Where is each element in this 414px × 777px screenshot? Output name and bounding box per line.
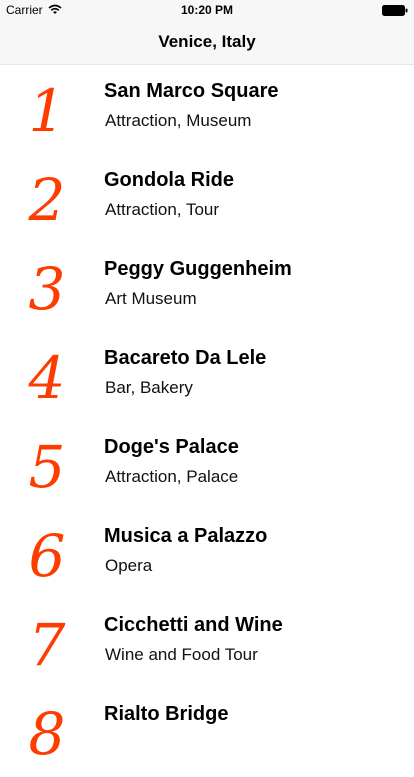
place-category: Bar, Bakery <box>105 378 193 397</box>
navigation-bar: Venice, Italy <box>0 20 414 65</box>
rank-number: 6 <box>28 522 66 590</box>
status-bar: Carrier 10:20 PM <box>0 0 414 20</box>
place-row[interactable]: 5 Doge's Palace Attraction, Palace <box>0 421 414 510</box>
place-name: Musica a Palazzo <box>104 525 268 547</box>
place-name: Rialto Bridge <box>104 703 229 725</box>
place-name: Peggy Guggenheim <box>104 258 292 280</box>
places-list: 1 San Marco Square Attraction, Museum 2 Gond… <box>0 65 414 777</box>
place-category: Attraction, Palace <box>105 467 239 486</box>
rank-number: 3 <box>28 255 66 323</box>
rank-number: 1 <box>28 77 66 145</box>
battery-icon <box>382 5 408 16</box>
place-row[interactable]: 4 Bacareto Da Lele Bar, Bakery <box>0 332 414 421</box>
place-category: Attraction, Tour <box>105 200 220 219</box>
rank-number: 8 <box>28 700 66 768</box>
place-row[interactable]: 1 San Marco Square Attraction, Museum <box>0 65 414 154</box>
place-category: Attraction, Museum <box>105 111 252 130</box>
place-name: Gondola Ride <box>104 169 234 191</box>
place-row[interactable]: 8 Rialto Bridge <box>0 688 414 777</box>
place-category: Wine and Food Tour <box>105 645 258 664</box>
nav-title: Venice, Italy <box>158 32 256 51</box>
place-category: Opera <box>105 556 153 575</box>
rank-number: 2 <box>28 166 66 234</box>
place-name: Doge's Palace <box>104 436 239 458</box>
status-time: 10:20 PM <box>180 3 234 17</box>
place-name: Bacareto Da Lele <box>104 347 267 369</box>
rank-number: 7 <box>28 611 66 679</box>
place-row[interactable]: 3 Peggy Guggenheim Art Museum <box>0 243 414 332</box>
place-row[interactable]: 7 Cicchetti and Wine Wine and Food Tour <box>0 599 414 688</box>
rank-number: 5 <box>28 433 66 501</box>
place-row[interactable]: 2 Gondola Ride Attraction, Tour <box>0 154 414 243</box>
place-row[interactable]: 6 Musica a Palazzo Opera <box>0 510 414 599</box>
place-name: Cicchetti and Wine <box>104 614 283 636</box>
place-category: Art Museum <box>105 289 197 308</box>
place-name: San Marco Square <box>104 80 279 102</box>
rank-number: 4 <box>28 344 66 412</box>
